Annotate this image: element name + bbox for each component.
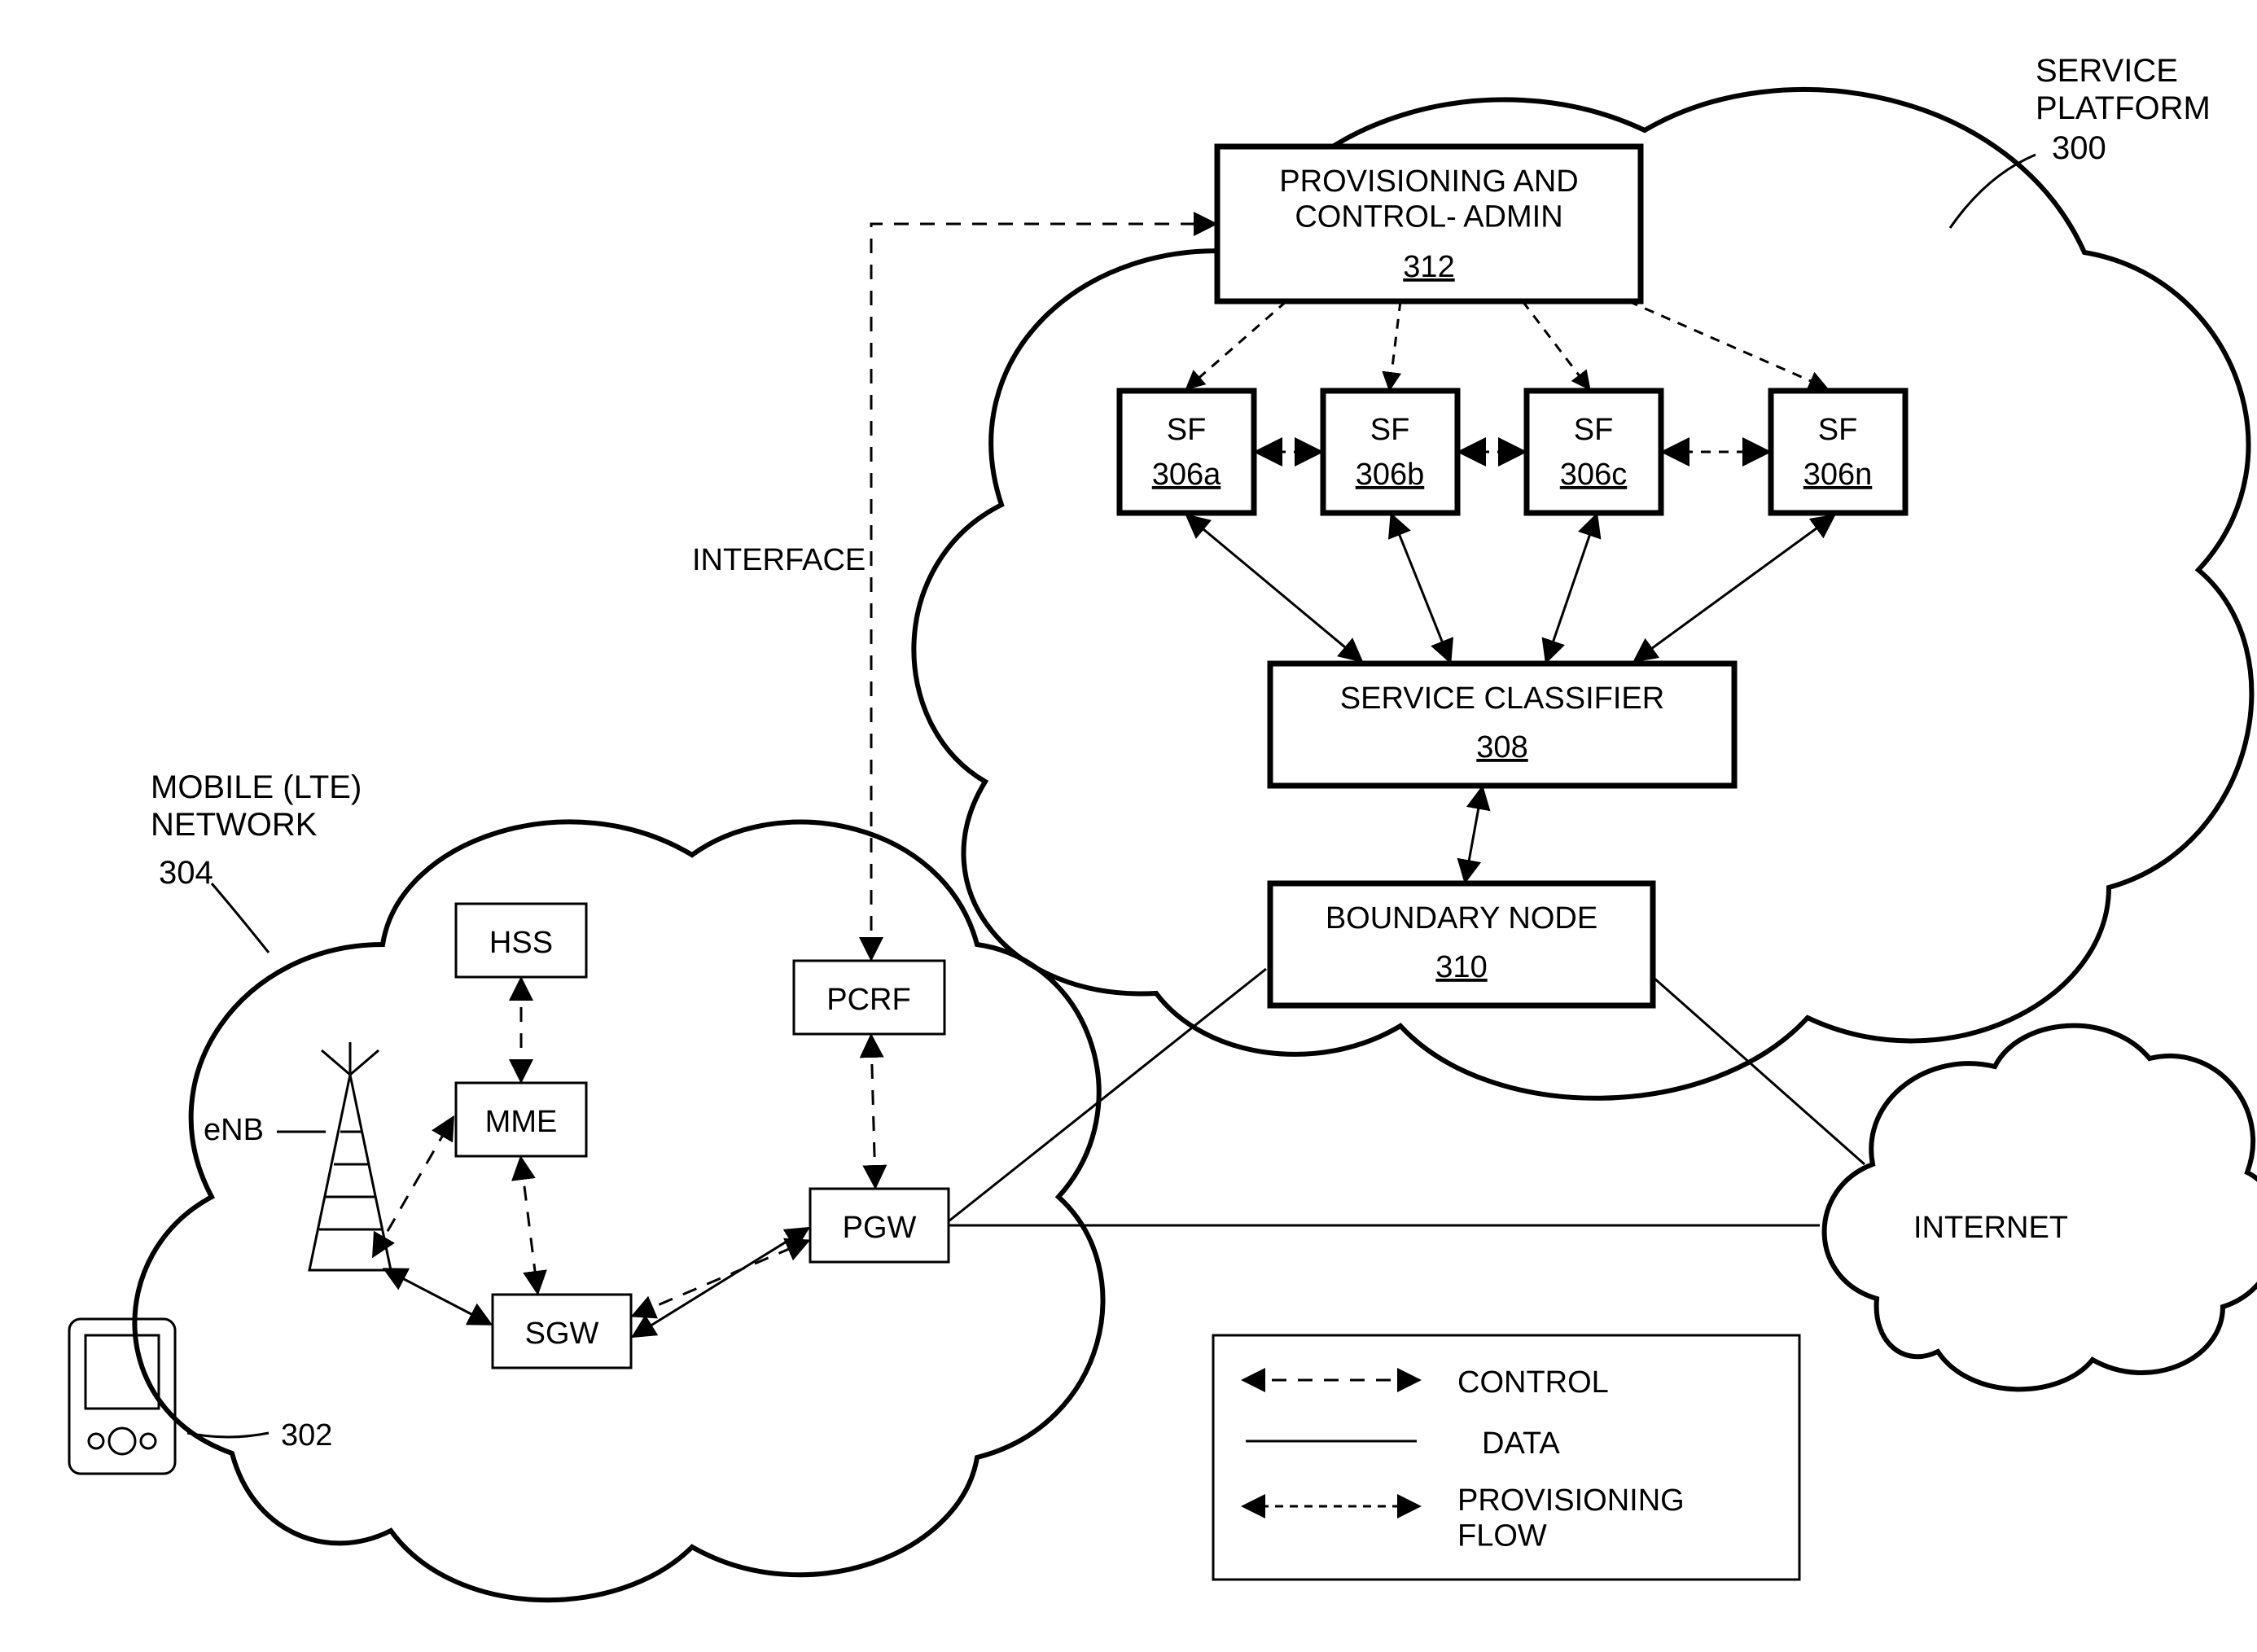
service-classifier-ref: 308 [1476,730,1527,765]
provisioning-admin-title: PROVISIONING ANDCONTROL- ADMIN [1279,164,1578,234]
svg-text:SF: SF [1574,413,1614,447]
hss-label: HSS [489,926,553,960]
svg-text:SF: SF [1370,413,1410,447]
sf-box-1: SF 306b [1323,391,1457,513]
internet-cloud [1825,1026,2257,1390]
svg-text:306b: 306b [1356,458,1425,492]
sf-box-2: SF 306c [1527,391,1661,513]
legend-control: CONTROL [1457,1365,1609,1400]
svg-text:SF: SF [1818,413,1858,447]
mobile-device-icon [69,1319,175,1474]
pgw-label: PGW [843,1211,917,1245]
enb-label: eNB [204,1113,264,1147]
mme-label: MME [485,1105,558,1139]
svg-text:306n: 306n [1803,458,1873,492]
mobile-network-label: MOBILE (LTE)NETWORK [151,769,362,843]
mobile-network-cloud [134,822,1102,1600]
mobile-device-ref: 302 [281,1418,332,1453]
legend-data: DATA [1482,1426,1560,1461]
internet-label: INTERNET [1913,1211,2068,1245]
interface-label: INTERFACE [692,543,866,577]
sf-box-0: SF 306a [1120,391,1254,513]
svg-text:306a: 306a [1152,458,1221,492]
service-platform-label: SERVICEPLATFORM [2036,53,2211,126]
diagram-svg: SERVICEPLATFORM 300 PROVISIONING ANDCONT… [0,0,2257,1652]
sgw-label: SGW [525,1317,599,1351]
svg-text:SF: SF [1167,413,1207,447]
mobile-network-ref: 304 [159,855,213,891]
service-classifier-title: SERVICE CLASSIFIER [1340,681,1664,716]
provisioning-admin-ref: 312 [1403,250,1454,284]
svg-text:306c: 306c [1560,458,1627,492]
service-platform-ref: 300 [2052,130,2106,166]
boundary-node-ref: 310 [1435,950,1487,984]
boundary-node-title: BOUNDARY NODE [1326,901,1597,936]
enb-icon [309,1042,391,1270]
sf-box-3: SF 306n [1771,391,1905,513]
pcrf-label: PCRF [826,983,910,1017]
